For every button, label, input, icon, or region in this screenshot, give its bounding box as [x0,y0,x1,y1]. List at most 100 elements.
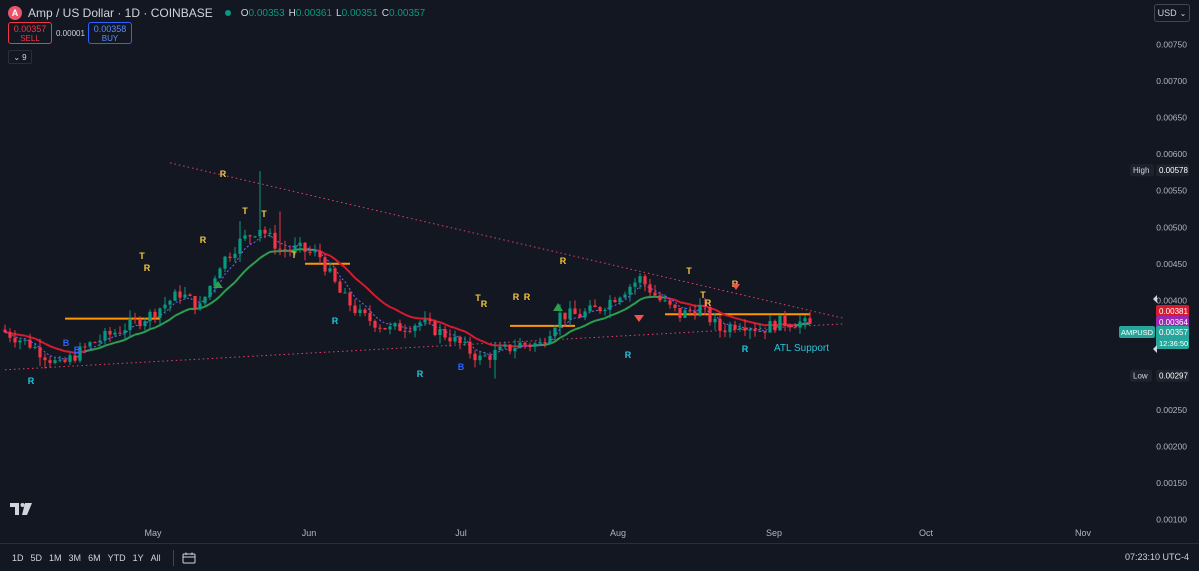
ma-slow-segment [329,254,336,260]
time-axis[interactable]: May Jun Jul Aug Sep Oct Nov [144,528,1091,538]
tradingview-logo-icon[interactable] [10,503,32,515]
ma-slow-segment [669,297,676,301]
candle-body [168,300,172,305]
ma-slow-segment [99,344,106,349]
candle-body [743,327,747,331]
candle-body [803,318,807,322]
candle-body [268,232,272,234]
signal-marker-t: T [686,266,692,276]
sell-button[interactable]: 0.00357 SELL [8,22,52,44]
candle-body [443,329,447,338]
candle-body [118,332,122,334]
candle-body [453,336,457,342]
ma-slow-segment [19,334,26,337]
ma-slow-segment [54,347,61,351]
ma-slow-segment [254,257,261,264]
low-badge-value: 0.00297 [1159,372,1188,381]
candle-body [483,355,487,357]
buy-triangle-icon [553,303,563,311]
ma-slow-segment [114,340,121,344]
candle-body [3,329,7,333]
candle-body [588,305,592,312]
candle-body [608,299,612,310]
ma-slow-segment [464,330,471,336]
timeframe-ytd[interactable]: YTD [108,553,126,563]
candle-body [628,286,632,295]
toolbar-divider [172,549,174,566]
ma-slow-segment [29,336,36,340]
ma-slow-segment [729,315,736,319]
candle-body [578,314,582,318]
ma-slow-segment [454,326,461,331]
candle-body [793,327,797,329]
level-lines [65,262,810,327]
candle-body [323,257,327,272]
utc-clock[interactable]: 07:23:10 UTC-4 [1125,552,1189,562]
calendar-range-icon[interactable] [182,552,196,564]
candle-body [173,291,177,301]
candle-body [413,325,417,331]
candle-body [478,355,482,361]
candle-body [13,337,17,343]
ma-slow-segment [249,261,256,268]
symbol-title[interactable]: Amp / US Dollar · 1D · COINBASE [28,6,213,20]
trendlines [4,162,846,371]
candle-body [343,292,347,294]
ma-slow-segment [619,308,626,313]
buy-button[interactable]: 0.00358 BUY [88,22,132,44]
candle-body [728,324,732,333]
candle-body [368,313,372,321]
candle-body [593,305,597,308]
currency-select[interactable]: USD ⌄ [1154,4,1190,22]
candle-body [543,342,547,344]
price-axis-badges: High 0.00578 Low 0.00297 0.00381 0.00364 AMPUS… [1119,164,1189,382]
ma-slow-segment [459,328,466,333]
price-axis[interactable]: 0.00750 0.00700 0.00650 0.00600 0.00550 0.005… [1156,40,1187,525]
candle-body [713,318,717,323]
ma-slow-segment [184,307,191,312]
candle-body [123,330,127,334]
candle-body [18,340,22,343]
timeframe-6m[interactable]: 6M [88,553,101,563]
ma-slow-segment [134,332,141,336]
price-tick-label: 0.00200 [1156,442,1187,452]
indicators-toggle[interactable]: ⌄ 9 [8,50,32,64]
timeframe-1y[interactable]: 1Y [133,553,144,563]
candle-body [473,353,477,361]
candle-body [308,251,312,253]
signal-marker-r: R [513,292,520,302]
timeframe-5d[interactable]: 5D [31,553,43,563]
candle-body [153,311,157,318]
ma-slow-segment [224,285,231,292]
candle-body [798,321,802,328]
ma-slow-segment [604,314,611,320]
candle-body [248,235,252,237]
candle-body [528,344,532,347]
candle-body [333,268,337,282]
candle-body [558,312,562,328]
candle-body [83,346,87,348]
ma-slow-segment [489,343,496,347]
candle-body [108,330,112,335]
candle-body [683,310,687,318]
timeframe-1m[interactable]: 1M [49,553,62,563]
ma-slow-segment [104,343,111,347]
candle-body [768,321,772,333]
candle-body [353,305,357,314]
candle-body [338,281,342,293]
candle-body [643,276,647,285]
ma-slow-segment [479,339,486,344]
candle-body [408,330,412,332]
candle-body [778,315,782,331]
candle-body [423,319,427,323]
candle-body [488,355,492,360]
candle-body [98,340,102,343]
timeframe-3m[interactable]: 3M [69,553,82,563]
candle-body [328,268,332,272]
candle-body [763,330,767,333]
candle-body [448,337,452,342]
price-chart[interactable]: RBBTRRRTTTRRBTRRRRTTRRRR 0.007500.007000… [0,0,1199,571]
ma-slow-segment [689,303,696,307]
timeframe-all[interactable]: All [151,553,161,563]
timeframe-1d[interactable]: 1D [12,553,24,563]
